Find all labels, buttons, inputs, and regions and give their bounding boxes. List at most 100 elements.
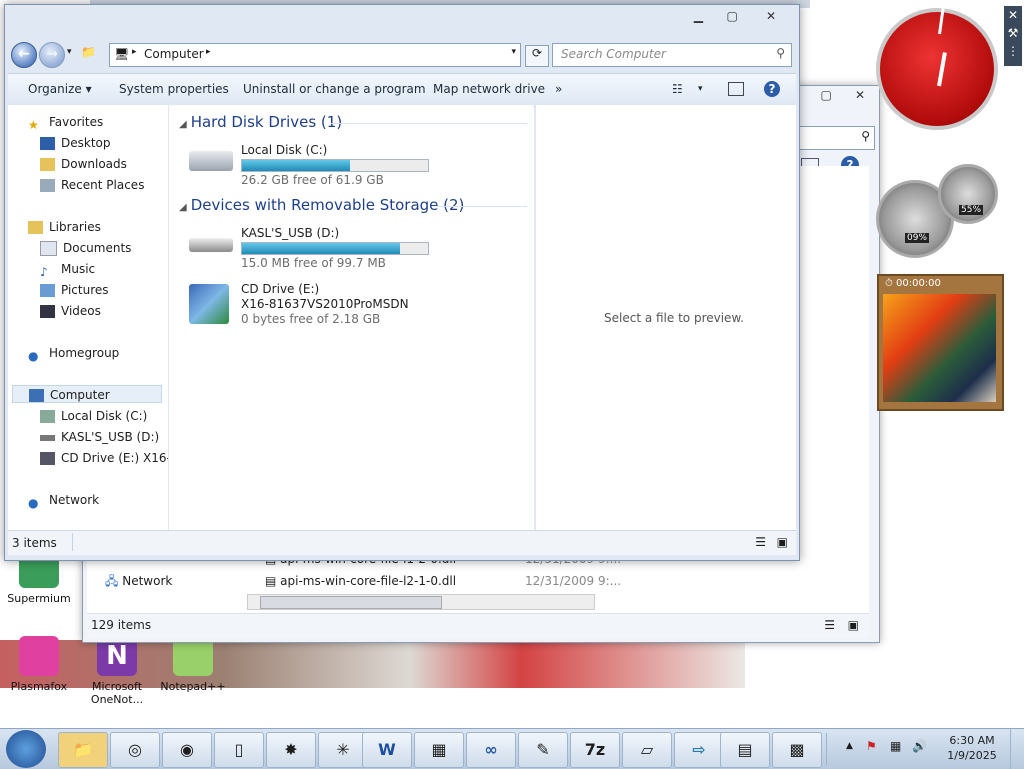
bug-taskbar-icon[interactable]: ✸ [266,732,316,768]
close-icon[interactable]: ✕ [1004,6,1022,24]
breadcrumb-arrow-icon[interactable]: ▸ [206,47,211,57]
desktop-icon-label: Microsoft OneNot... [90,680,144,706]
spider-taskbar-icon[interactable]: ✳ [318,732,368,768]
refresh-icon[interactable]: ⟳ [525,45,549,67]
network-tray-icon[interactable]: ▦ [890,739,901,753]
close-button[interactable]: ✕ [751,7,791,25]
scrollbar-thumb[interactable] [260,596,442,609]
volume-icon[interactable]: 🔊 [912,739,927,753]
collapse-triangle-icon[interactable]: ◢ [179,119,187,130]
show-hidden-icons[interactable]: ▲ [846,741,853,751]
network-taskbar-icon[interactable]: ▤ [720,732,770,768]
nav-favorites[interactable]: ★ Favorites [28,113,103,132]
paint-taskbar-icon[interactable]: ✎ [518,732,568,768]
notes-taskbar-icon[interactable]: ▱ [622,732,672,768]
globe-taskbar-icon[interactable]: ◉ [162,732,212,768]
capacity-bar [241,242,429,255]
search-input[interactable]: ⚲ [799,126,875,150]
title-bar[interactable]: ▁ ▢ ✕ [5,5,799,35]
nav-local-disk[interactable]: Local Disk (C:) [40,407,147,425]
horizontal-scrollbar[interactable] [247,594,595,610]
tiles-view-icon[interactable]: ▣ [848,618,859,632]
forward-button[interactable]: → [39,42,65,68]
virtualbox-taskbar-icon[interactable]: ▩ [772,732,822,768]
nav-network[interactable]: ● Network [28,491,99,510]
infinity-taskbar-icon[interactable]: ∞ [466,732,516,768]
wrench-icon[interactable]: ⚒ [1004,24,1022,42]
picture-puzzle-gadget[interactable]: ⏱ 00:00:00 [877,274,1004,411]
nav-usb-drive[interactable]: KASL'S_USB (D:) [40,428,159,446]
view-dropdown-icon[interactable]: ▾ [698,84,703,94]
star-icon: ★ [28,118,39,132]
desktop-icon-plasmafox[interactable]: Plasmafox [4,636,74,693]
recent-pages-dropdown[interactable]: ▾ [67,47,72,57]
address-dropdown-icon[interactable]: ▾ [511,47,516,57]
address-bar[interactable]: 🖥 ▸ Computer ▸ ▾ [109,43,521,67]
nav-computer[interactable]: Computer [12,385,162,403]
nav-videos[interactable]: Videos [40,302,101,320]
edge-taskbar-icon[interactable]: ◎ [110,732,160,768]
show-desktop-button[interactable] [1010,729,1024,769]
memory-meter-gadget[interactable]: 55% [938,164,998,224]
system-properties-button[interactable]: System properties [119,82,229,96]
item-count: 3 items [12,536,57,550]
group-hard-disk-drives[interactable]: ◢ Hard Disk Drives (1) [179,113,342,131]
details-view-icon[interactable]: ☰ [755,535,766,549]
navigation-pane: ★ Favorites Desktop Downloads Recent Plac… [8,105,169,530]
window-caption-buttons: ▢ ✕ [811,86,875,104]
search-input[interactable]: Search Computer ⚲ [552,43,792,67]
nav-libraries[interactable]: Libraries [28,218,101,236]
breadcrumb-computer[interactable]: Computer [144,47,204,61]
more-commands-button[interactable]: » [555,82,562,96]
maximize-button[interactable]: ▢ [717,7,747,25]
address-row: ← → ▾ 📁 🖥 ▸ Computer ▸ ▾ ⟳ Search Comput… [5,41,799,71]
drive-free-space: 26.2 GB free of 61.9 GB [241,173,384,187]
clock-gadget[interactable] [876,0,998,130]
minimize-button[interactable]: ▁ [683,7,713,25]
help-icon[interactable]: ? [764,81,780,97]
desktop-icon-onenote[interactable]: N Microsoft OneNot... [82,636,152,706]
drive-local-disk-c[interactable]: Local Disk (C:) 26.2 GB free of 61.9 GB [189,143,449,189]
nav-documents[interactable]: Documents [40,239,131,257]
back-button[interactable]: ← [11,42,37,68]
breadcrumb-arrow-icon[interactable]: ▸ [132,47,137,57]
move-taskbar-icon[interactable]: ⇨ [674,732,724,768]
nav-cd-drive[interactable]: CD Drive (E:) X16-81 [40,449,168,467]
desktop-icon-notepadpp[interactable]: Notepad++ [158,636,228,693]
nav-desktop[interactable]: Desktop [40,134,111,152]
drive-usb-d[interactable]: KASL'S_USB (D:) 15.0 MB free of 99.7 MB [189,226,449,272]
system-clock[interactable]: 6:30 AM 1/9/2025 [942,733,1002,763]
details-view-icon[interactable]: ☰ [824,618,835,632]
nav-music[interactable]: ♪ Music [40,260,95,279]
puzzle-grid[interactable] [883,294,996,402]
search-icon[interactable]: ⚲ [776,46,785,60]
map-network-drive-button[interactable]: Map network drive [433,82,545,96]
file-row[interactable]: ▤ api-ms-win-core-file-l2-1-0.dll [265,574,456,588]
nav-homegroup[interactable]: ● Homegroup [28,344,119,363]
maximize-button[interactable]: ▢ [811,86,841,104]
grip-icon[interactable]: ⋮ [1004,42,1022,60]
computer-explorer-window[interactable]: ▁ ▢ ✕ ← → ▾ 📁 🖥 ▸ Computer ▸ ▾ ⟳ Search … [4,4,800,561]
explorer-taskbar-icon[interactable]: 📁 [58,732,108,768]
word-taskbar-icon[interactable]: W [362,732,412,768]
close-button[interactable]: ✕ [845,86,875,104]
folder-up-icon[interactable]: 📁 [81,45,96,59]
nav-downloads[interactable]: Downloads [40,155,127,173]
change-view-icon[interactable]: ☷ [672,82,683,96]
7zip-taskbar-icon[interactable]: 7z [570,732,620,768]
drive-cd-e[interactable]: CD Drive (E:) X16-81637VS2010ProMSDN 0 b… [189,282,449,328]
preview-pane-icon[interactable] [728,82,744,96]
nav-recent-places[interactable]: Recent Places [40,176,144,194]
homegroup-icon: ● [28,349,39,363]
group-removable-storage[interactable]: ◢ Devices with Removable Storage (2) [179,196,464,214]
admin-taskbar-icon[interactable]: ▦ [414,732,464,768]
action-center-icon[interactable]: ⚑ [866,739,877,753]
usb-taskbar-icon[interactable]: ▯ [214,732,264,768]
collapse-triangle-icon[interactable]: ◢ [179,202,187,213]
nav-network[interactable]: 🖧 Network [105,572,172,593]
organize-menu[interactable]: Organize ▾ [28,82,92,96]
uninstall-program-button[interactable]: Uninstall or change a program [243,82,426,96]
nav-pictures[interactable]: Pictures [40,281,109,299]
tiles-view-icon[interactable]: ▣ [777,535,788,549]
start-button[interactable] [6,730,46,768]
